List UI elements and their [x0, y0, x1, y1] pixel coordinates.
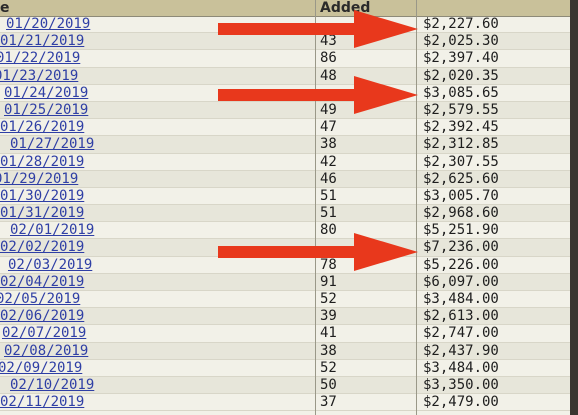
date-link[interactable]: 02/08/2019: [4, 343, 88, 360]
table-row: 01/28/2019 42 $2,307.55: [0, 154, 578, 171]
date-link[interactable]: 01/30/2019: [0, 188, 84, 205]
date-link[interactable]: 01/22/2019: [0, 50, 80, 67]
red-arrow-annotation-icon: [218, 233, 418, 271]
table-screenshot: e Added 01/20/2019 $2,227.60 01/21/2019 43 $…: [0, 0, 578, 415]
date-link[interactable]: 01/29/2019: [0, 171, 78, 188]
amount-value: $2,227.60: [423, 16, 499, 32]
date-link[interactable]: 01/23/2019: [0, 68, 78, 85]
table-row: 02/04/2019 91 $6,097.00: [0, 273, 578, 291]
table-row: 01/27/2019 38 $2,312.85: [0, 136, 578, 154]
date-link[interactable]: 01/31/2019: [0, 205, 84, 222]
amount-value: $2,625.60: [423, 170, 499, 187]
added-count: 38: [320, 342, 337, 359]
amount-value: $6,097.00: [423, 273, 499, 290]
amount-value: $2,479.00: [423, 394, 499, 411]
amount-value: $5,226.00: [423, 256, 499, 273]
date-link[interactable]: 02/07/2019: [2, 325, 86, 342]
amount-value: $2,397.40: [423, 50, 499, 67]
added-count: 52: [320, 291, 337, 307]
date-link[interactable]: 01/27/2019: [10, 136, 94, 153]
date-link[interactable]: 02/01/2019: [10, 222, 94, 239]
column-divider: [416, 0, 417, 415]
amount-value: $3,484.00: [423, 291, 499, 307]
amount-value: $5,251.90: [423, 222, 499, 239]
date-link[interactable]: 01/24/2019: [4, 85, 88, 102]
added-count: 86: [320, 50, 337, 67]
date-link[interactable]: 02/05/2019: [0, 291, 80, 308]
table-row: 02/09/2019 52 $3,484.00: [0, 360, 578, 377]
table-row: 02/10/2019 50 $3,350.00: [0, 376, 578, 395]
table-row: 02/07/2019 41 $2,747.00: [0, 325, 578, 343]
amount-value: $2,307.55: [423, 153, 499, 170]
date-link[interactable]: 01/25/2019: [4, 102, 88, 119]
window-edge: [570, 0, 578, 415]
table-row: 02/05/2019 52 $3,484.00: [0, 291, 578, 309]
added-count: 50: [320, 376, 337, 393]
table-row: 02/11/2019 37 $2,479.00: [0, 394, 578, 412]
amount-value: $2,968.60: [423, 205, 499, 222]
date-link[interactable]: 02/04/2019: [0, 274, 84, 291]
date-link[interactable]: 01/28/2019: [0, 154, 84, 171]
added-count: 37: [320, 394, 337, 411]
added-count: 42: [320, 153, 337, 170]
date-link[interactable]: 01/20/2019: [6, 16, 90, 33]
amount-value: $2,437.90: [423, 342, 499, 359]
added-count: 38: [320, 136, 337, 153]
amount-value: $7,236.00: [423, 239, 499, 256]
table-row: 01/22/2019 86 $2,397.40: [0, 50, 578, 68]
table-row: 01/30/2019 51 $3,005.70: [0, 187, 578, 206]
date-link[interactable]: 01/21/2019: [0, 33, 84, 50]
added-count: 47: [320, 119, 337, 136]
table-row: 02/08/2019 38 $2,437.90: [0, 342, 578, 360]
amount-value: $2,747.00: [423, 325, 499, 342]
date-link[interactable]: 02/06/2019: [0, 308, 84, 325]
amount-value: $2,613.00: [423, 308, 499, 325]
date-link[interactable]: 01/26/2019: [0, 119, 84, 136]
table-row: 01/26/2019 47 $2,392.45: [0, 119, 578, 137]
column-header-date[interactable]: e: [0, 0, 10, 16]
date-link[interactable]: 02/11/2019: [0, 394, 84, 411]
table-row: 01/31/2019 51 $2,968.60: [0, 205, 578, 223]
date-link[interactable]: 02/09/2019: [0, 360, 82, 377]
amount-value: $3,350.00: [423, 376, 499, 393]
red-arrow-annotation-icon: [218, 76, 418, 114]
added-count: 41: [320, 325, 337, 342]
added-count: 91: [320, 273, 337, 290]
amount-value: $3,085.65: [423, 84, 499, 101]
amount-value: $2,392.45: [423, 119, 499, 136]
added-count: 51: [320, 187, 337, 204]
amount-value: $2,025.30: [423, 33, 499, 50]
added-count: 52: [320, 359, 337, 376]
amount-value: $2,312.85: [423, 136, 499, 153]
column-divider: [315, 0, 316, 415]
amount-value: $2,020.35: [423, 67, 499, 84]
amount-value: $2,579.55: [423, 101, 499, 118]
date-link[interactable]: 02/02/2019: [0, 239, 84, 256]
amount-value: $3,005.70: [423, 187, 499, 204]
date-link[interactable]: 02/10/2019: [10, 377, 94, 394]
added-count: 46: [320, 170, 337, 187]
table-row: 01/29/2019 46 $2,625.60: [0, 170, 578, 188]
red-arrow-annotation-icon: [218, 10, 418, 48]
added-count: 39: [320, 308, 337, 325]
table-row: 02/06/2019 39 $2,613.00: [0, 308, 578, 326]
date-link[interactable]: 02/03/2019: [8, 257, 92, 274]
added-count: 51: [320, 205, 337, 222]
amount-value: $3,484.00: [423, 359, 499, 376]
